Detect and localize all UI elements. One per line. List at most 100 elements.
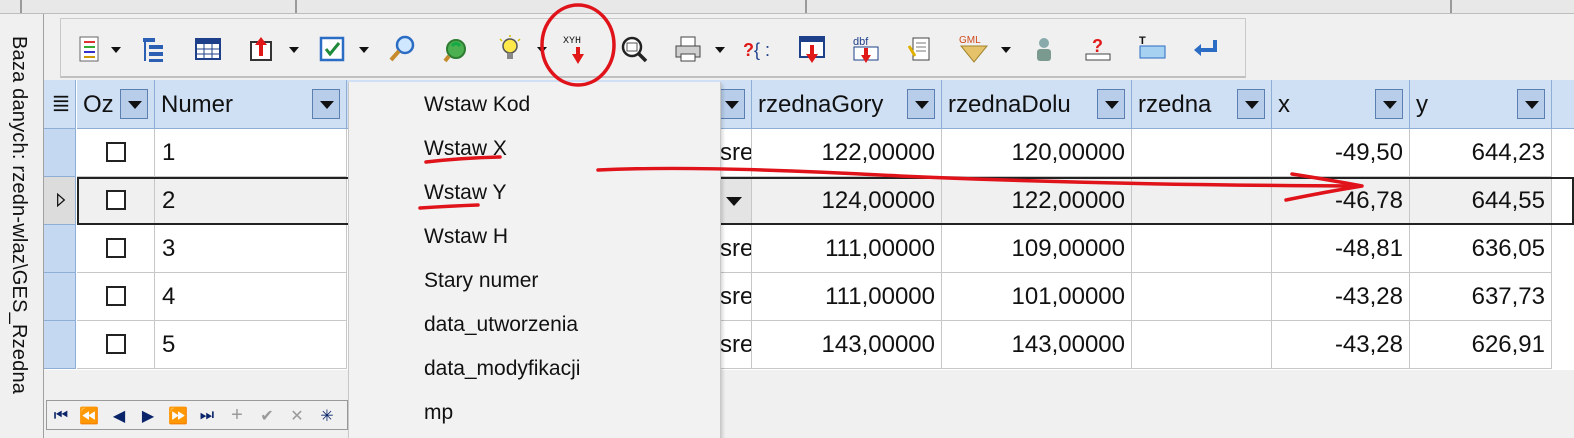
last-record-icon[interactable]: ⏭	[193, 403, 221, 428]
numer-cell[interactable]: 5	[155, 321, 347, 369]
refresh-data-icon[interactable]: ✳	[313, 403, 341, 428]
header-row-selector[interactable]	[44, 80, 76, 129]
xyh-insert-icon[interactable]: XYH	[561, 29, 595, 69]
import-table-icon[interactable]	[795, 29, 829, 69]
x-cell[interactable]: -43,28	[1272, 321, 1410, 369]
row-selector-current[interactable]	[44, 177, 76, 225]
column-header-rzednagory[interactable]: rzednaGory	[752, 80, 942, 129]
row-selector[interactable]	[44, 129, 76, 177]
tree-icon[interactable]	[137, 29, 171, 69]
gml-dropdown-arrow[interactable]	[1001, 47, 1011, 55]
menu-item-wstaw-kod[interactable]: Wstaw Kod	[424, 93, 530, 117]
rzednagory-cell[interactable]: 111,00000	[752, 273, 942, 321]
oz-checkbox[interactable]	[106, 238, 126, 258]
next-record-icon[interactable]: ▶	[134, 403, 162, 428]
text-field-icon[interactable]: T	[1135, 29, 1169, 69]
x-cell[interactable]: -48,81	[1272, 225, 1410, 273]
rzedna-cell[interactable]	[1132, 321, 1272, 369]
printer-icon[interactable]	[671, 29, 705, 69]
x-cell[interactable]: -49,50	[1272, 129, 1410, 177]
rzednadolu-cell[interactable]: 101,00000	[942, 273, 1132, 321]
menu-item-stary-numer[interactable]: Stary numer	[424, 269, 538, 293]
oz-cell[interactable]	[77, 129, 155, 177]
column-header-rzednadolu[interactable]: rzednaDolu	[942, 80, 1132, 129]
row-selector[interactable]	[44, 225, 76, 273]
user-icon[interactable]	[1027, 29, 1061, 69]
bulb-icon[interactable]	[493, 29, 527, 69]
y-cell[interactable]: 636,05	[1410, 225, 1552, 273]
table-icon[interactable]	[191, 29, 225, 69]
menu-item-mp[interactable]: mp	[424, 401, 453, 425]
column-dropdown-button[interactable]	[1237, 89, 1265, 119]
y-cell[interactable]: 626,91	[1410, 321, 1552, 369]
truncated-cell[interactable]: sre	[717, 129, 752, 177]
truncated-cell[interactable]: sre	[717, 225, 752, 273]
question-icon[interactable]: ?	[1081, 29, 1115, 69]
column-header-x[interactable]: x	[1272, 80, 1410, 129]
printer-dropdown-arrow[interactable]	[715, 47, 725, 55]
search-icon[interactable]	[385, 29, 419, 69]
menu-item-data-modyfikacji[interactable]: data_modyfikacji	[424, 357, 580, 381]
column-dropdown-button[interactable]	[312, 89, 340, 119]
column-dropdown-button[interactable]	[717, 89, 745, 119]
rzednadolu-cell[interactable]: 143,00000	[942, 321, 1132, 369]
refresh-icon[interactable]	[439, 29, 473, 69]
menu-item-wstaw-y[interactable]: Wstaw Y	[424, 181, 506, 205]
y-cell[interactable]: 644,23	[1410, 129, 1552, 177]
numer-cell[interactable]: 4	[155, 273, 347, 321]
row-selector[interactable]	[44, 321, 76, 369]
attach-icon[interactable]	[903, 29, 937, 69]
menu-item-wstaw-x[interactable]: Wstaw X	[424, 137, 507, 161]
numer-cell[interactable]: 3	[155, 225, 347, 273]
row-selector[interactable]	[44, 273, 76, 321]
column-dropdown-button[interactable]	[907, 89, 935, 119]
column-dropdown-button[interactable]	[120, 89, 148, 119]
export-dropdown-arrow[interactable]	[289, 47, 299, 55]
rzednadolu-cell[interactable]: 120,00000	[942, 129, 1132, 177]
numer-cell[interactable]: 1	[155, 129, 347, 177]
truncated-cell[interactable]: sre	[717, 273, 752, 321]
export-icon[interactable]	[245, 29, 279, 69]
rzednagory-cell[interactable]: 143,00000	[752, 321, 942, 369]
rzedna-cell[interactable]	[1132, 225, 1272, 273]
column-dropdown-button[interactable]	[1097, 89, 1125, 119]
first-record-icon[interactable]: ⏮	[47, 403, 75, 428]
rzednagory-cell[interactable]: 111,00000	[752, 225, 942, 273]
column-header-y[interactable]: y	[1410, 80, 1552, 129]
prior-page-icon[interactable]: ⏪	[75, 403, 103, 428]
oz-cell[interactable]	[77, 321, 155, 369]
rzednagory-cell[interactable]: 122,00000	[752, 129, 942, 177]
column-header-numer[interactable]: Numer	[155, 80, 347, 129]
oz-cell[interactable]	[77, 225, 155, 273]
dbf-icon[interactable]: dbf	[849, 29, 883, 69]
help-bracket-icon[interactable]: ?{ :	[741, 29, 775, 69]
post-record-icon[interactable]: ✔	[253, 403, 281, 428]
gml-icon[interactable]: GML	[957, 29, 991, 69]
oz-checkbox[interactable]	[106, 142, 126, 162]
prior-record-icon[interactable]: ◀	[105, 403, 133, 428]
next-page-icon[interactable]: ⏩	[164, 403, 192, 428]
checkbox-icon[interactable]	[315, 29, 349, 69]
column-dropdown-button[interactable]	[1375, 89, 1403, 119]
truncated-cell[interactable]: sre	[717, 321, 752, 369]
rzednadolu-cell[interactable]: 109,00000	[942, 225, 1132, 273]
rzedna-cell[interactable]	[1132, 273, 1272, 321]
checkbox-dropdown-arrow[interactable]	[359, 47, 369, 55]
rzedna-cell[interactable]	[1132, 129, 1272, 177]
undo-arrow-icon[interactable]	[1189, 29, 1223, 69]
column-header-rzedna[interactable]: rzedna	[1132, 80, 1272, 129]
oz-cell[interactable]	[77, 273, 155, 321]
column-dropdown-button[interactable]	[1517, 89, 1545, 119]
zoom-icon[interactable]	[617, 29, 651, 69]
insert-record-icon[interactable]: +	[223, 403, 251, 428]
bulb-dropdown-arrow[interactable]	[537, 47, 547, 55]
menu-item-data-utworzenia[interactable]: data_utworzenia	[424, 313, 578, 337]
cancel-record-icon[interactable]: ✕	[283, 403, 311, 428]
list-dropdown-arrow[interactable]	[111, 47, 121, 55]
menu-item-wstaw-h[interactable]: Wstaw H	[424, 225, 508, 249]
y-cell[interactable]: 637,73	[1410, 273, 1552, 321]
oz-checkbox[interactable]	[106, 286, 126, 306]
oz-checkbox[interactable]	[106, 334, 126, 354]
column-header-oz[interactable]: Oz	[77, 80, 155, 129]
list-icon[interactable]	[73, 29, 107, 69]
